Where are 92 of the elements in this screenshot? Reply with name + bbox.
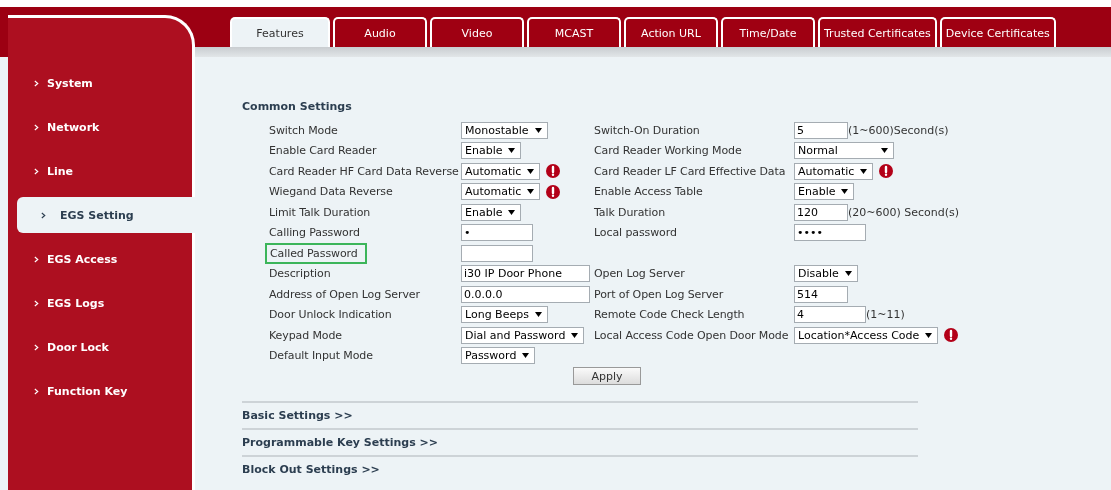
dropdown[interactable]: Normal (794, 142, 894, 160)
section-link[interactable]: Basic Settings >> (242, 401, 918, 428)
field-label: Switch-On Duration (594, 123, 700, 137)
field-label: Switch Mode (269, 123, 338, 137)
exclamation-icon[interactable] (879, 164, 894, 179)
field-label: Calling Password (269, 226, 360, 240)
unit-label: (1~11) (866, 308, 905, 322)
tab[interactable]: Device Certificates (939, 17, 1056, 47)
caret-icon (881, 148, 888, 154)
caret-icon (527, 189, 535, 195)
field-label: Card Reader HF Card Data Reverse (269, 164, 459, 178)
field-label: Local password (594, 226, 677, 240)
sidebar-item[interactable]: Network (8, 114, 195, 141)
caret-icon (844, 271, 852, 277)
field-label: Remote Code Check Length (594, 308, 745, 322)
input-field[interactable]: 0.0.0.0 (461, 285, 590, 303)
field-label: Door Unlock Indication (269, 308, 392, 322)
exclamation-icon[interactable] (944, 328, 959, 343)
dropdown[interactable]: Automatic (794, 162, 874, 180)
section-link[interactable]: Block Out Settings >> (242, 455, 918, 482)
field-label: Default Input Mode (269, 349, 373, 363)
chevron-right-icon (34, 300, 39, 307)
caret-icon (508, 209, 516, 215)
caret-icon (925, 332, 933, 338)
sidebar-item[interactable]: Door Lock (8, 334, 195, 361)
caret-icon (534, 127, 542, 133)
tab[interactable]: MCAST (527, 17, 621, 47)
field-label: Card Reader LF Card Effective Data (594, 164, 786, 178)
section-link[interactable]: Programmable Key Settings >> (242, 428, 918, 455)
dropdown[interactable]: Automatic (461, 162, 541, 180)
dropdown[interactable]: Dial and Password (461, 326, 585, 344)
input-field[interactable]: • (461, 224, 533, 242)
tab[interactable]: Features (230, 17, 330, 47)
caret-icon (534, 312, 542, 318)
dropdown[interactable]: Password (461, 347, 536, 365)
dropdown[interactable]: Enable (461, 142, 522, 160)
dropdown[interactable]: Location*Access Code (794, 326, 939, 344)
dropdown[interactable]: Enable (794, 183, 855, 201)
input-field[interactable]: 120 (794, 203, 848, 221)
chevron-right-icon (41, 211, 46, 219)
apply-button[interactable]: Apply (573, 367, 641, 385)
field-label: Limit Talk Duration (269, 205, 371, 219)
input-field[interactable]: 5 (794, 121, 848, 139)
sidebar-item[interactable]: EGS Logs (8, 290, 195, 317)
chevron-right-icon (34, 124, 39, 131)
tab[interactable]: Audio (333, 17, 427, 47)
field-label: Enable Card Reader (269, 144, 377, 158)
field-label: Talk Duration (594, 205, 666, 219)
chevron-right-icon (34, 388, 39, 395)
tab[interactable]: Action URL (624, 17, 718, 47)
dropdown[interactable]: Disable (794, 265, 858, 283)
input-field[interactable]: •••• (794, 224, 866, 242)
input-field[interactable]: 4 (794, 306, 866, 324)
field-label: Keypad Mode (269, 328, 343, 342)
caret-icon (522, 353, 530, 359)
section-title: Common Settings (242, 100, 353, 113)
field-label: Wiegand Data Reverse (269, 185, 393, 199)
sidebar-item[interactable]: EGS Setting (17, 197, 195, 233)
caret-icon (527, 168, 535, 174)
field-label: Open Log Server (594, 267, 685, 281)
field-label: Card Reader Working Mode (594, 144, 742, 158)
field-label: Port of Open Log Server (594, 287, 724, 301)
exclamation-icon[interactable] (546, 184, 561, 199)
caret-icon (860, 168, 868, 174)
dropdown[interactable]: Enable (461, 203, 522, 221)
tab[interactable]: Video (430, 17, 524, 47)
caret-icon (508, 148, 516, 154)
caret-icon (841, 189, 849, 195)
input-field[interactable] (461, 244, 533, 262)
input-field[interactable]: 514 (794, 285, 848, 303)
field-label: Description (269, 267, 331, 281)
input-field[interactable]: i30 IP Door Phone (461, 265, 590, 283)
dropdown[interactable]: Long Beeps (461, 306, 548, 324)
sidebar-item[interactable]: System (8, 70, 195, 97)
sidebar-item[interactable]: Function Key (8, 378, 195, 405)
tab[interactable]: Time/Date (721, 17, 815, 47)
field-label: Local Access Code Open Door Mode (594, 328, 789, 342)
dropdown[interactable]: Automatic (461, 183, 541, 201)
chevron-right-icon (34, 80, 39, 87)
exclamation-icon[interactable] (546, 164, 561, 179)
tab[interactable]: Trusted Certificates (818, 17, 937, 47)
chevron-right-icon (34, 168, 39, 175)
dropdown[interactable]: Monostable (461, 121, 548, 139)
sidebar-item[interactable]: Line (8, 158, 195, 185)
unit-label: (1~600)Second(s) (848, 123, 949, 137)
unit-label: (20~600) Second(s) (848, 205, 960, 219)
chevron-right-icon (34, 256, 39, 263)
field-label: Address of Open Log Server (269, 287, 420, 301)
sidebar-item[interactable]: EGS Access (8, 246, 195, 273)
chevron-right-icon (34, 344, 39, 351)
caret-icon (571, 332, 579, 338)
field-label: Enable Access Table (594, 185, 703, 199)
